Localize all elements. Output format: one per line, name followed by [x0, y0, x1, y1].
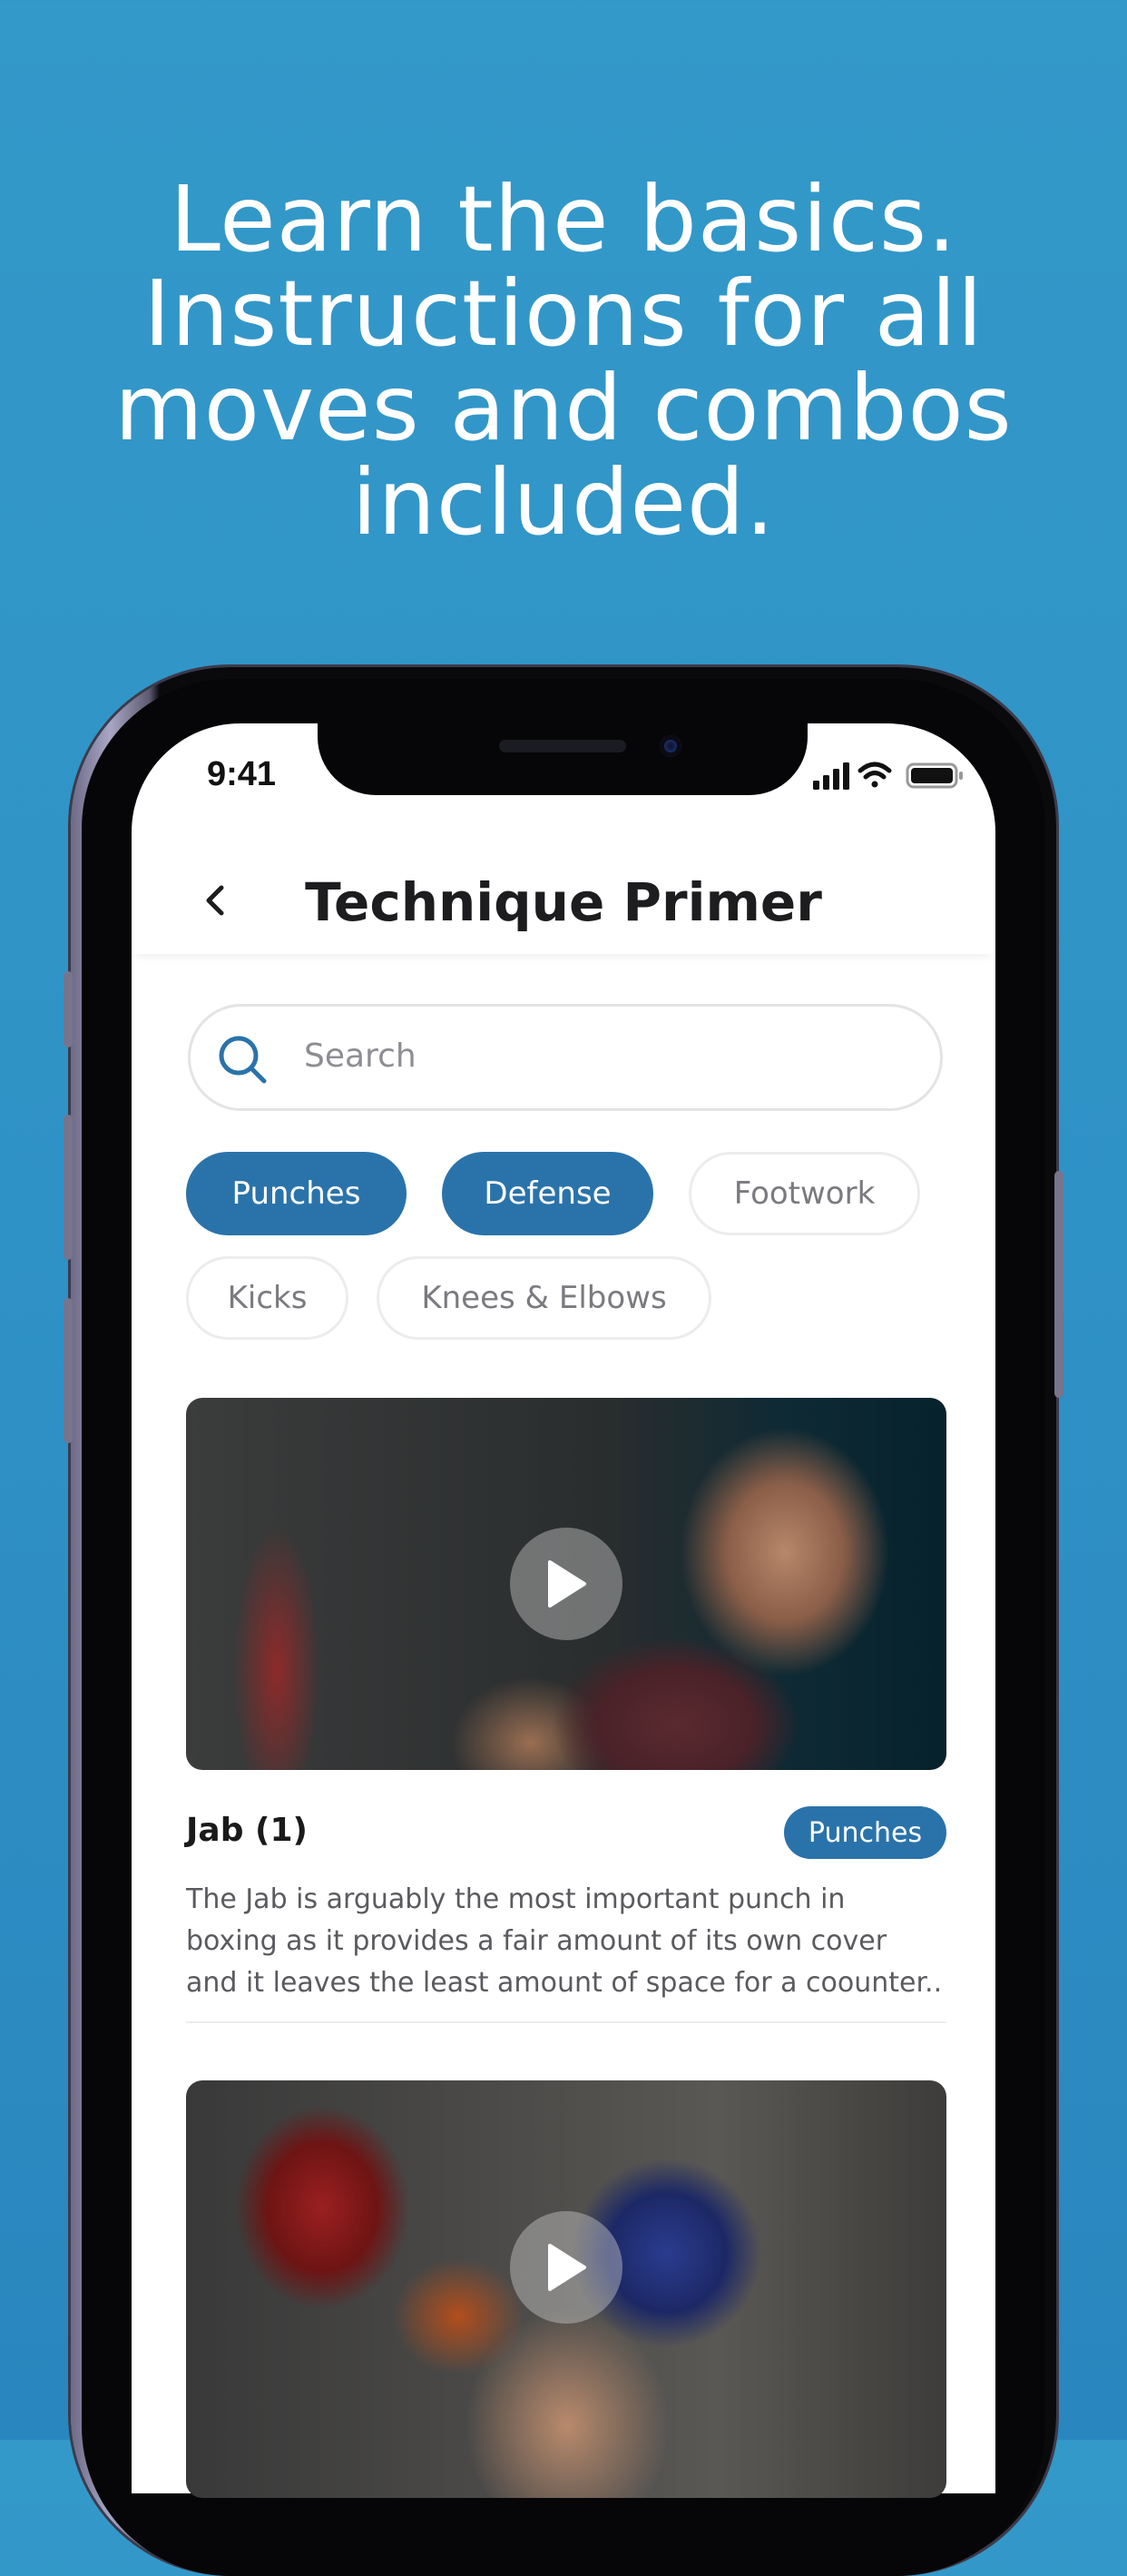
filter-chip-kicks[interactable]: Kicks	[186, 1256, 348, 1340]
technique-title[interactable]: Jab (1)	[186, 1812, 308, 1849]
filter-chip-knees-elbows[interactable]: Knees & Elbows	[377, 1256, 711, 1340]
headline-line: included.	[351, 449, 776, 556]
card-divider	[186, 2021, 946, 2023]
search-input[interactable]	[188, 1004, 943, 1111]
search-icon	[219, 1036, 267, 1084]
play-button[interactable]	[510, 1528, 622, 1640]
headline-line: Instructions for all	[143, 261, 984, 367]
video-thumbnail[interactable]	[186, 1398, 946, 1770]
power-button	[1054, 1171, 1063, 1398]
status-icons	[813, 762, 963, 790]
promo-headline: Learn the basics. Instructions for all m…	[0, 172, 1127, 550]
silent-switch	[64, 971, 73, 1047]
front-camera	[660, 735, 681, 757]
description-line: boxing as it provides a fair amount of i…	[186, 1925, 887, 1957]
status-time: 9:41	[207, 755, 277, 793]
play-button[interactable]	[510, 2211, 622, 2324]
filter-chip-footwork[interactable]: Footwork	[689, 1152, 920, 1235]
description-line: The Jab is arguably the most important p…	[186, 1883, 846, 1915]
cellular-signal-icon	[813, 762, 849, 790]
battery-icon	[906, 762, 963, 789]
filter-chip-punches[interactable]: Punches	[186, 1152, 407, 1235]
play-icon	[548, 1560, 586, 1608]
filter-chip-defense[interactable]: Defense	[442, 1152, 653, 1235]
video-thumbnail[interactable]	[186, 2080, 946, 2498]
page-title: Technique Primer	[305, 871, 822, 933]
search-placeholder: Search	[304, 1037, 416, 1075]
description-line: and it leaves the least amount of space …	[186, 1967, 943, 1999]
notch	[318, 717, 808, 795]
play-icon	[548, 2244, 586, 2291]
technique-description: The Jab is arguably the most important p…	[186, 1879, 957, 2004]
category-badge: Punches	[784, 1806, 946, 1859]
speaker-grille	[499, 740, 626, 752]
headline-line: Learn the basics.	[170, 166, 957, 272]
volume-up-button	[64, 1115, 73, 1260]
wifi-icon	[858, 762, 892, 788]
headline-line: moves and combos	[114, 355, 1013, 461]
volume-down-button	[64, 1298, 73, 1443]
